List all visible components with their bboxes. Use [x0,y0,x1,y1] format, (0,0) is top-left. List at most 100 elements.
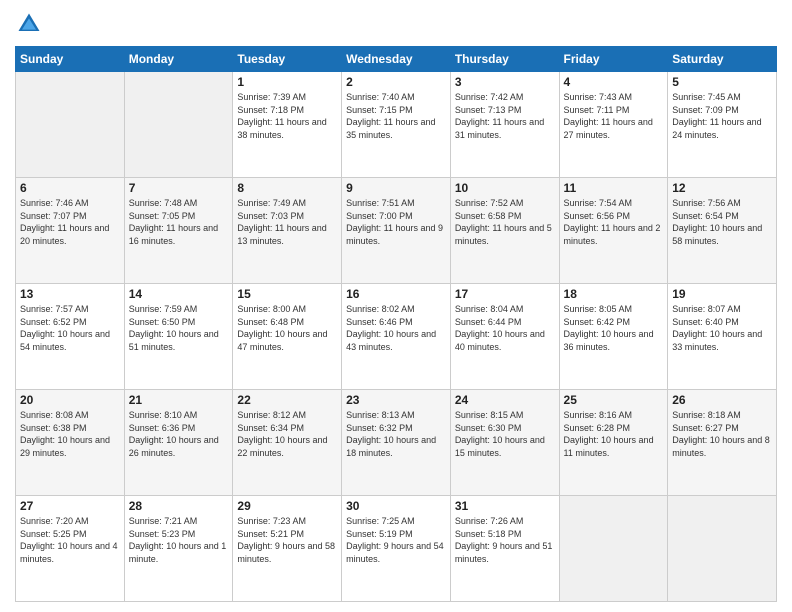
calendar-cell: 9Sunrise: 7:51 AMSunset: 7:00 PMDaylight… [342,178,451,284]
day-info: Sunrise: 8:05 AMSunset: 6:42 PMDaylight:… [564,303,664,353]
day-info: Sunrise: 8:08 AMSunset: 6:38 PMDaylight:… [20,409,120,459]
day-info: Sunrise: 8:02 AMSunset: 6:46 PMDaylight:… [346,303,446,353]
day-number: 18 [564,287,664,301]
day-info: Sunrise: 7:49 AMSunset: 7:03 PMDaylight:… [237,197,337,247]
day-info: Sunrise: 7:57 AMSunset: 6:52 PMDaylight:… [20,303,120,353]
calendar-cell: 10 Sunrise: 7:52 AMSunset: 6:58 PMDayligh… [450,178,559,284]
header [15,10,777,38]
day-number: 31 [455,499,555,513]
col-header-thursday: Thursday [450,47,559,72]
calendar-cell: 17Sunrise: 8:04 AMSunset: 6:44 PMDayligh… [450,284,559,390]
calendar-week-row: 1Sunrise: 7:39 AMSunset: 7:18 PMDaylight… [16,72,777,178]
day-number: 22 [237,393,337,407]
day-number: 20 [20,393,120,407]
col-header-monday: Monday [124,47,233,72]
day-number: 25 [564,393,664,407]
day-number: 24 [455,393,555,407]
col-header-sunday: Sunday [16,47,125,72]
calendar-cell: 6 Sunrise: 7:46 AMSunset: 7:07 PMDaylight… [16,178,125,284]
day-number: 13 [20,287,120,301]
col-header-tuesday: Tuesday [233,47,342,72]
calendar-cell: 30 Sunrise: 7:25 AMSunset: 5:19 PMDayligh… [342,496,451,602]
calendar-cell: 19 Sunrise: 8:07 AMSunset: 6:40 PMDayligh… [668,284,777,390]
calendar-cell: 1Sunrise: 7:39 AMSunset: 7:18 PMDaylight… [233,72,342,178]
calendar-cell: 3Sunrise: 7:42 AMSunset: 7:13 PMDaylight… [450,72,559,178]
calendar-cell: 22 Sunrise: 8:12 AMSunset: 6:34 PMDayligh… [233,390,342,496]
day-info: Sunrise: 7:59 AMSunset: 6:50 PMDaylight:… [129,303,229,353]
calendar-cell: 24 Sunrise: 8:15 AMSunset: 6:30 PMDayligh… [450,390,559,496]
day-info: Sunrise: 8:13 AMSunset: 6:32 PMDaylight:… [346,409,446,459]
day-info: Sunrise: 7:21 AMSunset: 5:23 PMDaylight:… [129,515,229,565]
calendar-cell: 18 Sunrise: 8:05 AMSunset: 6:42 PMDayligh… [559,284,668,390]
calendar-cell: 7 Sunrise: 7:48 AMSunset: 7:05 PMDaylight… [124,178,233,284]
day-info: Sunrise: 7:26 AMSunset: 5:18 PMDaylight:… [455,515,555,565]
day-number: 28 [129,499,229,513]
calendar-header-row: SundayMondayTuesdayWednesdayThursdayFrid… [16,47,777,72]
calendar-cell: 28 Sunrise: 7:21 AMSunset: 5:23 PMDayligh… [124,496,233,602]
calendar-cell [16,72,125,178]
calendar-cell: 11 Sunrise: 7:54 AMSunset: 6:56 PMDayligh… [559,178,668,284]
calendar-week-row: 6 Sunrise: 7:46 AMSunset: 7:07 PMDaylight… [16,178,777,284]
calendar-week-row: 20 Sunrise: 8:08 AMSunset: 6:38 PMDayligh… [16,390,777,496]
day-number: 27 [20,499,120,513]
day-number: 4 [564,75,664,89]
day-info: Sunrise: 7:40 AMSunset: 7:15 PMDaylight:… [346,91,446,141]
day-number: 6 [20,181,120,195]
day-info: Sunrise: 7:42 AMSunset: 7:13 PMDaylight:… [455,91,555,141]
day-number: 30 [346,499,446,513]
day-info: Sunrise: 7:23 AMSunset: 5:21 PMDaylight:… [237,515,337,565]
calendar-cell: 13 Sunrise: 7:57 AMSunset: 6:52 PMDayligh… [16,284,125,390]
calendar-cell: 20 Sunrise: 8:08 AMSunset: 6:38 PMDayligh… [16,390,125,496]
day-number: 14 [129,287,229,301]
day-number: 9 [346,181,446,195]
calendar-cell: 8 Sunrise: 7:49 AMSunset: 7:03 PMDaylight… [233,178,342,284]
day-number: 21 [129,393,229,407]
day-info: Sunrise: 7:54 AMSunset: 6:56 PMDaylight:… [564,197,664,247]
calendar-cell: 15Sunrise: 8:00 AMSunset: 6:48 PMDayligh… [233,284,342,390]
day-info: Sunrise: 8:10 AMSunset: 6:36 PMDaylight:… [129,409,229,459]
day-info: Sunrise: 8:15 AMSunset: 6:30 PMDaylight:… [455,409,555,459]
day-number: 12 [672,181,772,195]
col-header-friday: Friday [559,47,668,72]
calendar-cell [559,496,668,602]
day-number: 8 [237,181,337,195]
day-info: Sunrise: 7:25 AMSunset: 5:19 PMDaylight:… [346,515,446,565]
day-number: 19 [672,287,772,301]
day-info: Sunrise: 7:52 AMSunset: 6:58 PMDaylight:… [455,197,555,247]
calendar-week-row: 27 Sunrise: 7:20 AMSunset: 5:25 PMDayligh… [16,496,777,602]
calendar-cell [668,496,777,602]
calendar-cell: 25Sunrise: 8:16 AMSunset: 6:28 PMDayligh… [559,390,668,496]
calendar-cell: 21 Sunrise: 8:10 AMSunset: 6:36 PMDayligh… [124,390,233,496]
logo [15,10,47,38]
day-number: 15 [237,287,337,301]
calendar-cell: 14 Sunrise: 7:59 AMSunset: 6:50 PMDayligh… [124,284,233,390]
day-info: Sunrise: 8:07 AMSunset: 6:40 PMDaylight:… [672,303,772,353]
day-info: Sunrise: 7:46 AMSunset: 7:07 PMDaylight:… [20,197,120,247]
day-info: Sunrise: 7:48 AMSunset: 7:05 PMDaylight:… [129,197,229,247]
logo-icon [15,10,43,38]
calendar-cell: 31 Sunrise: 7:26 AMSunset: 5:18 PMDayligh… [450,496,559,602]
day-info: Sunrise: 7:45 AMSunset: 7:09 PMDaylight:… [672,91,772,141]
calendar-table: SundayMondayTuesdayWednesdayThursdayFrid… [15,46,777,602]
day-number: 29 [237,499,337,513]
calendar-cell: 4Sunrise: 7:43 AMSunset: 7:11 PMDaylight… [559,72,668,178]
day-number: 11 [564,181,664,195]
day-number: 10 [455,181,555,195]
day-number: 16 [346,287,446,301]
day-number: 17 [455,287,555,301]
day-number: 2 [346,75,446,89]
day-number: 5 [672,75,772,89]
calendar-week-row: 13 Sunrise: 7:57 AMSunset: 6:52 PMDayligh… [16,284,777,390]
calendar-cell: 12 Sunrise: 7:56 AMSunset: 6:54 PMDayligh… [668,178,777,284]
col-header-saturday: Saturday [668,47,777,72]
calendar-cell: 27 Sunrise: 7:20 AMSunset: 5:25 PMDayligh… [16,496,125,602]
day-info: Sunrise: 8:18 AMSunset: 6:27 PMDaylight:… [672,409,772,459]
day-info: Sunrise: 7:20 AMSunset: 5:25 PMDaylight:… [20,515,120,565]
day-info: Sunrise: 8:12 AMSunset: 6:34 PMDaylight:… [237,409,337,459]
calendar-cell: 23Sunrise: 8:13 AMSunset: 6:32 PMDayligh… [342,390,451,496]
page: SundayMondayTuesdayWednesdayThursdayFrid… [0,0,792,612]
day-info: Sunrise: 7:56 AMSunset: 6:54 PMDaylight:… [672,197,772,247]
calendar-cell: 2 Sunrise: 7:40 AMSunset: 7:15 PMDaylight… [342,72,451,178]
day-number: 7 [129,181,229,195]
col-header-wednesday: Wednesday [342,47,451,72]
